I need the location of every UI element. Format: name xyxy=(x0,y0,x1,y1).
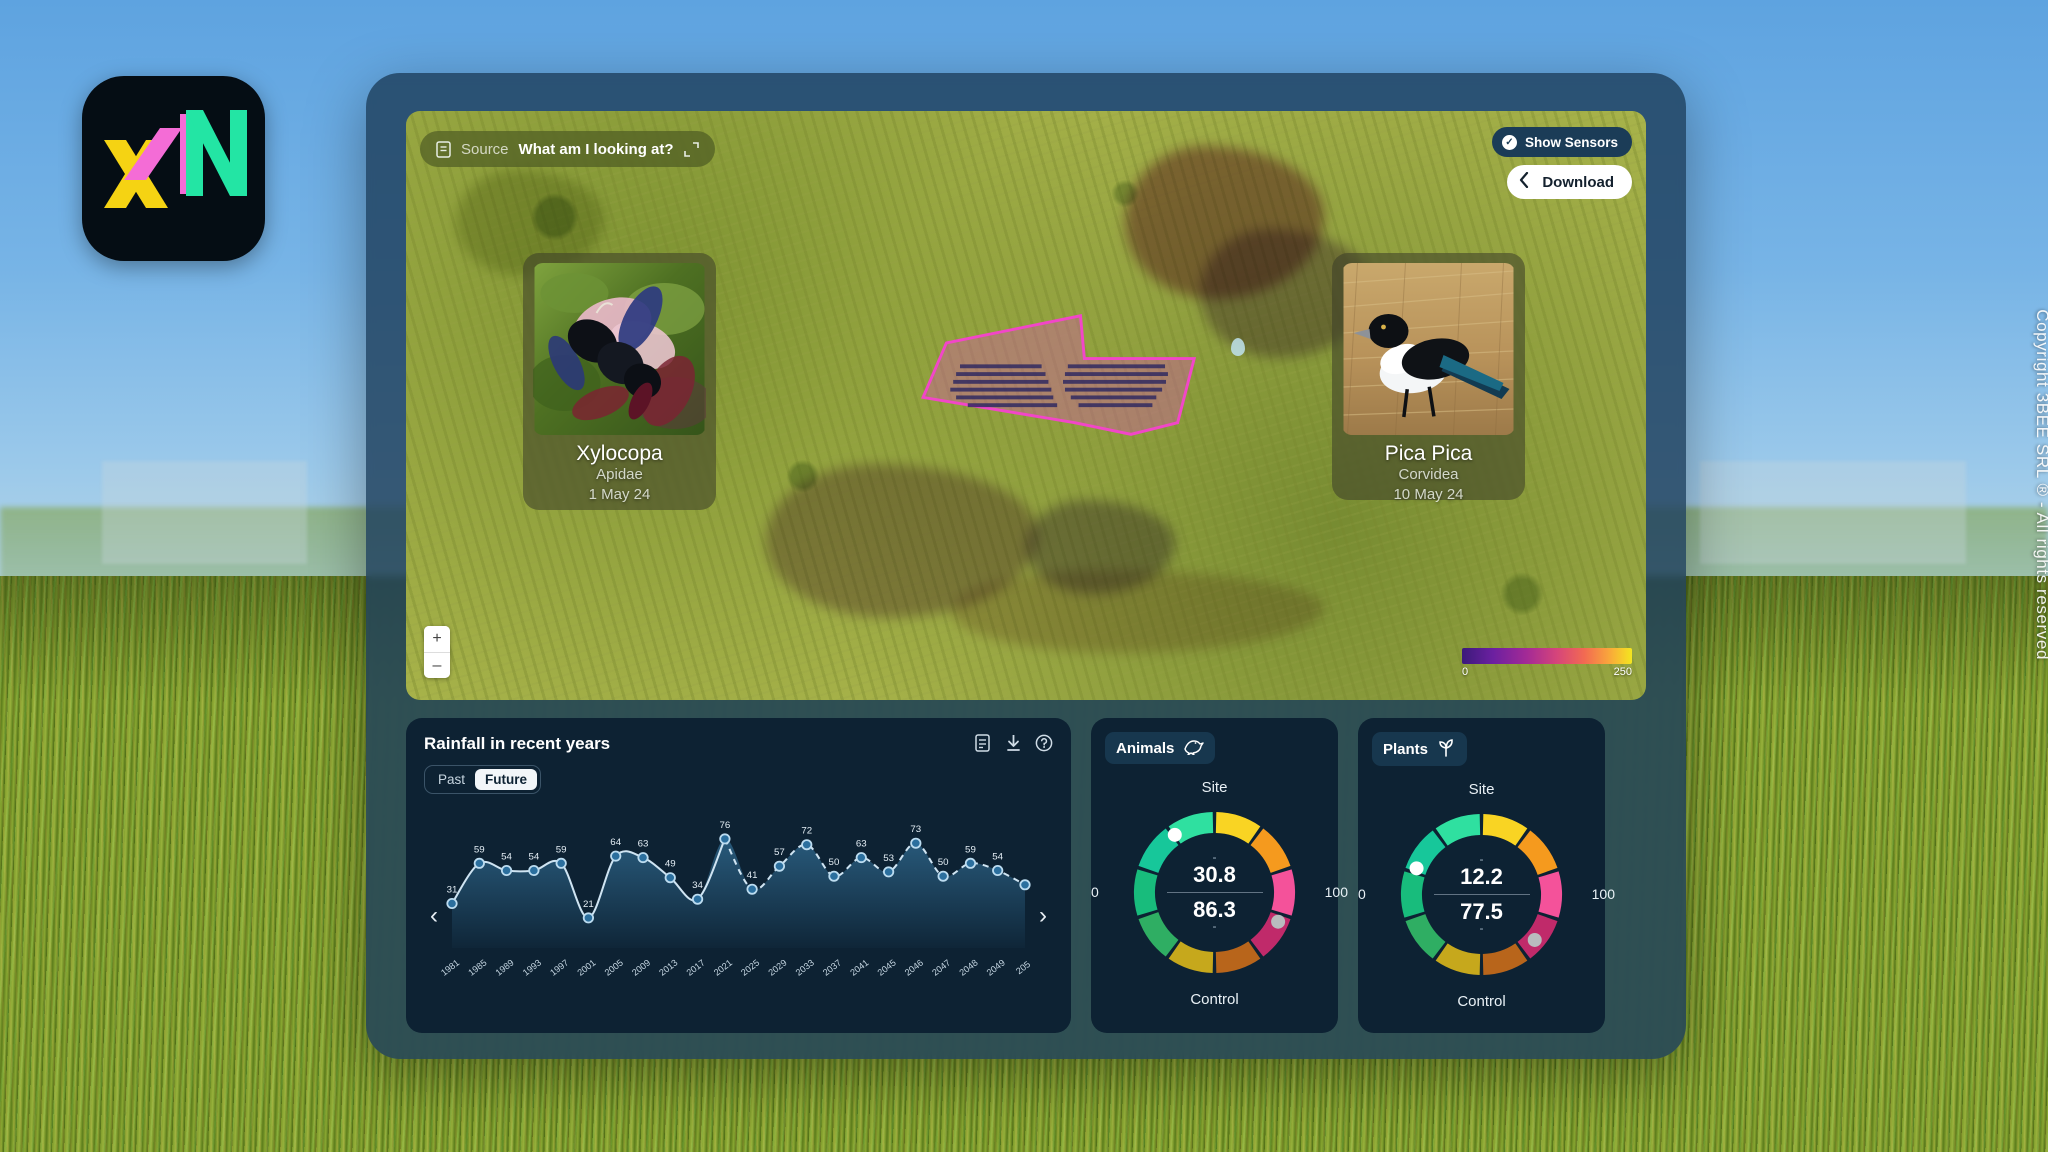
map-zoom-controls: + – xyxy=(424,626,450,678)
species-family: Apidae xyxy=(596,466,643,484)
expand-icon[interactable] xyxy=(683,141,699,157)
gauge-divider xyxy=(1433,893,1530,895)
sprout-icon xyxy=(1436,737,1456,761)
animals-gauge-panel: Animals Site Control 0 100 - 30.8 86.3 - xyxy=(1091,718,1348,1033)
bottom-panels: Rainfall in recent years Past Future ‹ ›… xyxy=(406,718,1646,1033)
gauge-bottom-label: Control xyxy=(1190,990,1239,1008)
source-question[interactable]: What am I looking at? xyxy=(519,141,674,158)
chart-header: Rainfall in recent years xyxy=(424,734,1053,754)
species-name: Xylocopa xyxy=(576,442,663,465)
gauge-max-label: 100 xyxy=(1591,886,1615,902)
map-action-group: ✓ Show Sensors Download xyxy=(1491,127,1632,199)
plants-gauge-ring[interactable]: Site Control 0 100 - 12.2 77.5 - xyxy=(1358,781,1615,1010)
legend-min: 0 xyxy=(1462,666,1469,678)
chart-plot-area: ‹ › 31 1981 59 1985 54 1989 54 1993 59 1997 21 2001… xyxy=(424,800,1053,1000)
map-sensor-marker[interactable] xyxy=(1230,337,1245,356)
source-label: Source xyxy=(461,140,509,158)
background-structure xyxy=(102,460,308,565)
notes-icon[interactable] xyxy=(975,734,992,752)
page-title: Rainfall in recent years xyxy=(424,734,611,753)
screenshot-root: Copyright 3BEE SRL ® - All rights reserv… xyxy=(0,0,2048,1152)
segment-past[interactable]: Past xyxy=(428,769,475,790)
animals-tag-label: Animals xyxy=(1116,739,1175,757)
gauge-max-label: 100 xyxy=(1324,884,1348,900)
gauge-site-value: 12.2 xyxy=(1460,864,1503,890)
chart-prev-button[interactable]: ‹ xyxy=(426,900,442,932)
rainfall-chart-panel: Rainfall in recent years Past Future ‹ ›… xyxy=(406,718,1071,1033)
plants-tag[interactable]: Plants xyxy=(1372,732,1468,766)
chart-next-button[interactable]: › xyxy=(1035,900,1051,932)
species-meta: Pica Pica Corvidea 10 May 24 xyxy=(1342,435,1515,506)
magpie-on-dry-grass xyxy=(1342,263,1515,435)
zoom-out-button[interactable]: – xyxy=(424,652,450,678)
gauge-values: - 12.2 77.5 - xyxy=(1394,807,1569,982)
map-legend: 0 250 xyxy=(1462,648,1632,678)
copyright-text: Copyright 3BEE SRL ® - All rights reserv… xyxy=(2033,309,2048,660)
gauge-site-dash: - xyxy=(1479,852,1484,867)
gauge-control-value: 86.3 xyxy=(1193,896,1236,922)
show-sensors-button[interactable]: ✓ Show Sensors xyxy=(1491,127,1632,157)
xn-logo xyxy=(82,76,265,261)
rainfall-line-chart xyxy=(451,800,1026,1000)
plants-tag-label: Plants xyxy=(1383,740,1429,758)
segment-future[interactable]: Future xyxy=(475,769,538,790)
legend-colorbar xyxy=(1462,648,1632,664)
chart-toolbar xyxy=(975,734,1053,752)
species-family: Corvidea xyxy=(1398,466,1459,484)
animals-tag[interactable]: Animals xyxy=(1105,732,1216,764)
gauge-top-label: Site xyxy=(1201,778,1228,796)
past-future-toggle: Past Future xyxy=(424,765,542,794)
zoom-in-button[interactable]: + xyxy=(424,626,450,652)
gauge-values: - 30.8 86.3 - xyxy=(1127,805,1302,980)
gauge-control-dash: - xyxy=(1479,920,1484,935)
map-source-pill[interactable]: Source What am I looking at? xyxy=(420,131,715,167)
download-button[interactable]: Download xyxy=(1507,165,1632,199)
gauge-divider xyxy=(1166,891,1263,893)
gauge-min-label: 0 xyxy=(1091,884,1099,900)
species-date: 10 May 24 xyxy=(1393,486,1464,504)
gauge-site-dash: - xyxy=(1212,850,1217,865)
background-structure xyxy=(1699,460,1967,565)
species-card[interactable]: Xylocopa Apidae 1 May 24 xyxy=(523,253,716,510)
gauge-control-dash: - xyxy=(1212,918,1217,933)
show-sensors-label: Show Sensors xyxy=(1524,134,1618,150)
gauge-bottom-label: Control xyxy=(1457,992,1506,1010)
map-view[interactable]: Source What am I looking at? ✓ Show Sens… xyxy=(406,111,1646,700)
app-window: Source What am I looking at? ✓ Show Sens… xyxy=(366,73,1686,1059)
gauge-site-value: 30.8 xyxy=(1193,862,1236,888)
download-label: Download xyxy=(1542,173,1614,191)
species-meta: Xylocopa Apidae 1 May 24 xyxy=(533,435,706,506)
species-card[interactable]: Pica Pica Corvidea 10 May 24 xyxy=(1332,253,1525,503)
species-date: 1 May 24 xyxy=(588,486,651,504)
plants-gauge-body: Site Control 0 100 - 12.2 77.5 - xyxy=(1358,776,1615,1012)
chevron-left-icon xyxy=(1519,171,1530,192)
gauge-min-label: 0 xyxy=(1358,886,1366,902)
map-parcel-polygon[interactable] xyxy=(908,308,1218,502)
check-circle-icon: ✓ xyxy=(1501,134,1517,150)
bird-icon xyxy=(1182,737,1205,759)
animals-gauge-body: Site Control 0 100 - 30.8 86.3 - xyxy=(1091,774,1348,1010)
gauge-top-label: Site xyxy=(1468,780,1495,798)
download-icon[interactable] xyxy=(1005,734,1022,752)
legend-max: 250 xyxy=(1613,666,1632,678)
help-icon[interactable] xyxy=(1035,734,1053,752)
species-name: Pica Pica xyxy=(1384,442,1473,465)
gauge-control-value: 77.5 xyxy=(1460,898,1503,924)
plants-gauge-panel: Plants Site Control 0 100 - 12.2 77.5 - xyxy=(1358,718,1615,1033)
animals-gauge-ring[interactable]: Site Control 0 100 - 30.8 86.3 - xyxy=(1091,779,1348,1008)
carpenter-bee-on-flower xyxy=(533,263,706,435)
document-icon xyxy=(436,140,451,158)
